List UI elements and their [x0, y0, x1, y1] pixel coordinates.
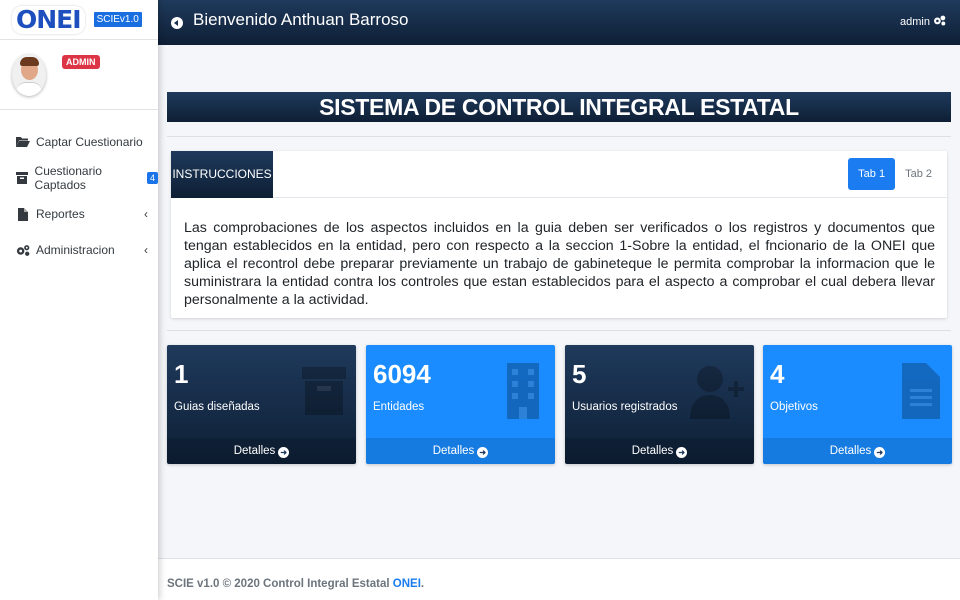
building-icon: [507, 363, 539, 419]
user-plus-icon: [690, 366, 744, 419]
cogs-icon: [16, 243, 30, 257]
onei-logo[interactable]: ONEI: [12, 5, 85, 34]
user-menu[interactable]: admin: [900, 15, 946, 29]
stat-label: Entidades: [373, 401, 425, 413]
stat-label: Guias diseñadas: [174, 401, 260, 413]
chevron-left-icon[interactable]: ‹: [144, 207, 148, 221]
role-badge: ADMIN: [62, 54, 100, 69]
sidebar-item-cuestionario-captados[interactable]: Cuestionario Captados 4: [0, 160, 158, 196]
version-badge: SCIEv1.0: [92, 11, 143, 28]
user-name: admin: [900, 16, 930, 28]
file-icon: [16, 207, 30, 221]
sidebar-item-label: Captar Cuestionario: [36, 135, 143, 149]
details-link[interactable]: Detalles ➜: [763, 438, 952, 464]
chevron-left-icon[interactable]: ‹: [144, 243, 148, 257]
welcome-text: Bienvenido Anthuan Barroso: [193, 9, 409, 29]
cogs-icon: [933, 15, 946, 29]
arrow-circle-right-icon: ➜: [278, 447, 290, 458]
sidebar-item-label: Reportes: [36, 207, 85, 221]
brand: ONEI SCIEv1.0: [0, 0, 158, 40]
details-link[interactable]: Detalles ➜: [167, 438, 356, 464]
stat-box-guias: 1 Guias diseñadas Detalles ➜: [167, 345, 356, 464]
divider: [167, 330, 951, 331]
card-header: INSTRUCCIONES Tab 1 Tab 2: [171, 151, 947, 198]
instructions-title: INSTRUCCIONES: [171, 151, 273, 198]
folder-open-icon: [16, 135, 30, 149]
details-link[interactable]: Detalles ➜: [565, 438, 754, 464]
tab-group: Tab 1 Tab 2: [848, 158, 942, 190]
tab-2[interactable]: Tab 2: [895, 158, 942, 190]
instructions-card: INSTRUCCIONES Tab 1 Tab 2 Las comprobaci…: [171, 151, 947, 318]
count-badge: 4: [146, 172, 158, 184]
avatar[interactable]: [12, 53, 46, 96]
tab-1[interactable]: Tab 1: [848, 158, 896, 190]
stat-label: Objetivos: [770, 401, 818, 413]
stat-label: Usuarios registrados: [572, 401, 678, 413]
stat-value: 5: [572, 359, 587, 389]
sidebar-nav: Captar Cuestionario Cuestionario Captado…: [0, 110, 158, 268]
footer-text: SCIE v1.0 © 2020 Control Integral Estata…: [167, 578, 393, 590]
instructions-text: Las comprobaciones de los aspectos inclu…: [184, 220, 935, 308]
stat-box-entidades: 6094 Entidades Detalles ➜: [366, 345, 555, 464]
archive-icon: [302, 367, 346, 415]
sidebar-item-label: Cuestionario Captados: [34, 164, 102, 192]
topbar: Bienvenido Anthuan Barroso admin: [158, 0, 960, 45]
stat-box-usuarios: 5 Usuarios registrados Detalles ➜: [565, 345, 754, 464]
stat-box-objetivos: 4 Objetivos Detalles ➜: [763, 345, 952, 464]
file-text-icon: [902, 363, 940, 419]
arrow-circle-right-icon: ➜: [676, 447, 688, 458]
archive-icon: [16, 171, 29, 185]
sidebar-toggle-icon[interactable]: [171, 16, 183, 29]
sidebar: ONEI SCIEv1.0 ADMIN Captar Cuestionario …: [0, 0, 158, 600]
footer-brand-link[interactable]: ONEI: [393, 578, 421, 590]
user-panel: ADMIN: [0, 40, 158, 110]
main-content: SISTEMA DE CONTROL INTEGRAL ESTATAL INST…: [158, 45, 960, 600]
page-title: SISTEMA DE CONTROL INTEGRAL ESTATAL: [167, 92, 951, 122]
sidebar-item-reportes[interactable]: Reportes ‹: [0, 196, 158, 232]
divider: [167, 136, 951, 137]
arrow-circle-right-icon: ➜: [874, 447, 886, 458]
stat-value: 4: [770, 359, 785, 389]
sidebar-item-administracion[interactable]: Administracion ‹: [0, 232, 158, 268]
sidebar-item-label: Administracion: [36, 243, 115, 257]
page-footer: SCIE v1.0 © 2020 Control Integral Estata…: [158, 558, 960, 600]
sidebar-item-captar-cuestionario[interactable]: Captar Cuestionario: [0, 124, 158, 160]
stat-value: 1: [174, 359, 189, 389]
details-link[interactable]: Detalles ➜: [366, 438, 555, 464]
arrow-circle-right-icon: ➜: [477, 447, 489, 458]
footer-suffix: .: [420, 578, 425, 590]
stat-value: 6094: [373, 359, 431, 389]
